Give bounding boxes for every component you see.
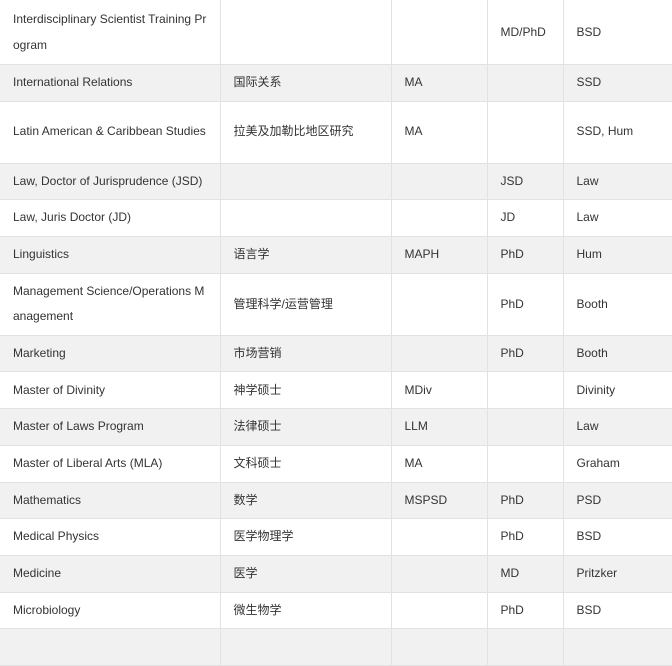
chinese-name-cell: 管理科学/运营管理 [219,272,392,336]
doctoral-degree-cell: MD/PhD [486,0,564,65]
doctoral-degree-cell [486,444,564,483]
doctoral-degree-cell: MD [486,554,564,593]
masters-degree-cell [390,199,488,238]
program-name-cell: Medicine [0,554,221,593]
chinese-name-cell: 拉美及加勒比地区研究 [219,100,392,164]
division-cell: Booth [562,334,672,373]
doctoral-degree-cell: PhD [486,481,564,520]
program-name-cell: Microbiology [0,591,221,630]
table-row: Management Science/Operations Management… [0,272,672,336]
masters-degree-cell: MSPSD [390,481,488,520]
division-cell: Law [562,162,672,201]
doctoral-degree-cell [486,371,564,410]
table-row: Interdisciplinary Scientist Training Pro… [0,0,672,65]
table-row: Marketing 市场营销 PhD Booth [0,334,672,373]
chinese-name-cell: 医学 [219,554,392,593]
program-name-cell: Master of Laws Program [0,408,221,446]
doctoral-degree-cell: PhD [486,334,564,373]
program-name-cell: Master of Divinity [0,371,221,410]
doctoral-degree-cell: PhD [486,591,564,630]
program-name-cell: Law, Doctor of Jurisprudence (JSD) [0,162,221,201]
chinese-name-cell: 法律硕士 [219,408,392,446]
masters-degree-cell: MA [390,444,488,483]
masters-degree-cell [390,0,488,65]
table-row: Law, Juris Doctor (JD) JD Law [0,199,672,238]
doctoral-degree-cell [486,64,564,102]
division-cell: BSD [562,0,672,65]
doctoral-degree-cell [486,408,564,446]
division-cell: Hum [562,236,672,274]
program-name-cell: Marketing [0,334,221,373]
masters-degree-cell [390,591,488,630]
program-name-cell: Latin American & Caribbean Studies [0,100,221,164]
masters-degree-cell [390,334,488,373]
table-row: Master of Divinity 神学硕士 MDiv Divinity [0,371,672,410]
table-row: Mathematics 数学 MSPSD PhD PSD [0,481,672,520]
table-row: Master of Liberal Arts (MLA) 文科硕士 MA Gra… [0,444,672,483]
table-row [0,628,672,666]
masters-degree-cell: MAPH [390,236,488,274]
division-cell: Booth [562,272,672,336]
chinese-name-cell: 微生物学 [219,591,392,630]
chinese-name-cell [219,199,392,238]
division-cell: Law [562,199,672,238]
doctoral-degree-cell: PhD [486,272,564,336]
division-cell: BSD [562,591,672,630]
doctoral-degree-cell [486,100,564,164]
masters-degree-cell [390,628,488,666]
division-cell: SSD [562,64,672,102]
chinese-name-cell: 数学 [219,481,392,520]
doctoral-degree-cell: JD [486,199,564,238]
masters-degree-cell: MA [390,64,488,102]
masters-degree-cell [390,554,488,593]
division-cell: BSD [562,518,672,556]
masters-degree-cell [390,162,488,201]
table-row: Law, Doctor of Jurisprudence (JSD) JSD L… [0,162,672,201]
program-name-cell: Management Science/Operations Management [0,272,221,336]
masters-degree-cell [390,518,488,556]
division-cell: SSD, Hum [562,100,672,164]
doctoral-degree-cell [486,628,564,666]
program-name-cell: Law, Juris Doctor (JD) [0,199,221,238]
program-name-cell: Medical Physics [0,518,221,556]
division-cell: Law [562,408,672,446]
chinese-name-cell [219,162,392,201]
chinese-name-cell: 文科硕士 [219,444,392,483]
program-name-cell: Mathematics [0,481,221,520]
table-row: Medical Physics 医学物理学 PhD BSD [0,518,672,556]
program-name-cell: International Relations [0,64,221,102]
table-row: International Relations 国际关系 MA SSD [0,64,672,102]
doctoral-degree-cell: PhD [486,518,564,556]
chinese-name-cell: 语言学 [219,236,392,274]
chinese-name-cell: 医学物理学 [219,518,392,556]
table-row: Microbiology 微生物学 PhD BSD [0,591,672,630]
table-row: Linguistics 语言学 MAPH PhD Hum [0,236,672,274]
program-name-cell [0,628,221,666]
chinese-name-cell [219,0,392,65]
masters-degree-cell [390,272,488,336]
masters-degree-cell: LLM [390,408,488,446]
masters-degree-cell: MDiv [390,371,488,410]
division-cell: Pritzker [562,554,672,593]
table-row: Master of Laws Program 法律硕士 LLM Law [0,408,672,446]
program-name-cell: Master of Liberal Arts (MLA) [0,444,221,483]
table-row: Latin American & Caribbean Studies 拉美及加勒… [0,100,672,164]
chinese-name-cell: 市场营销 [219,334,392,373]
chinese-name-cell: 神学硕士 [219,371,392,410]
program-name-cell: Linguistics [0,236,221,274]
doctoral-degree-cell: PhD [486,236,564,274]
division-cell: PSD [562,481,672,520]
programs-table: Interdisciplinary Scientist Training Pro… [0,0,672,666]
table-row: Medicine 医学 MD Pritzker [0,554,672,593]
masters-degree-cell: MA [390,100,488,164]
division-cell: Graham [562,444,672,483]
chinese-name-cell [219,628,392,666]
division-cell: Divinity [562,371,672,410]
doctoral-degree-cell: JSD [486,162,564,201]
division-cell [562,628,672,666]
chinese-name-cell: 国际关系 [219,64,392,102]
program-name-cell: Interdisciplinary Scientist Training Pro… [0,0,221,65]
